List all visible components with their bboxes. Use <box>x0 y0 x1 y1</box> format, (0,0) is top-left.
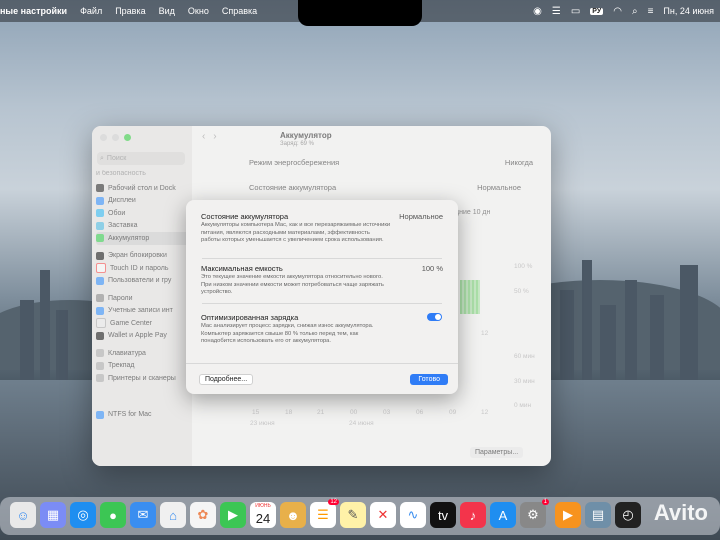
divider <box>186 363 458 364</box>
calendar-icon[interactable]: ИЮНЬ 24 <box>250 502 276 528</box>
health-title: Состояние аккумулятора <box>201 212 289 221</box>
reminders-icon[interactable]: ☰ 12 <box>310 499 339 528</box>
control-center-icon[interactable]: ≡ <box>648 6 654 17</box>
optimized-charging-toggle[interactable] <box>427 313 442 321</box>
settings-badge: 1 <box>541 499 549 505</box>
health-value: Нормальное <box>399 212 443 221</box>
optimized-charging-title: Оптимизированная зарядка <box>201 313 299 322</box>
infuse-icon[interactable]: ▶ <box>555 502 581 528</box>
clock-app-icon[interactable]: ◴ <box>615 502 641 528</box>
menu-edit[interactable]: Правка <box>115 6 145 16</box>
battery-icon[interactable]: ▭ <box>571 6 580 17</box>
reminders-badge: 12 <box>328 499 339 505</box>
clock[interactable]: Пн, 24 июня <box>663 6 714 16</box>
mail-icon[interactable]: ✉ <box>130 502 156 528</box>
calendar-day: 24 <box>255 510 271 526</box>
contacts-icon[interactable]: ☻ <box>280 502 306 528</box>
app-menu[interactable]: ные настройки <box>0 6 67 16</box>
maps-icon[interactable]: ⌂ <box>160 502 186 528</box>
facetime-icon[interactable]: ▶ <box>220 502 246 528</box>
menu-window[interactable]: Окно <box>188 6 209 16</box>
divider <box>202 303 442 304</box>
messages-icon[interactable]: ● <box>100 502 126 528</box>
tv-icon[interactable]: tv <box>430 502 456 528</box>
settings-icon[interactable]: ⚙ 1 <box>520 499 549 528</box>
menu-help[interactable]: Справка <box>222 6 257 16</box>
optimized-charging-description: Mac анализирует процесс зарядки, снижая … <box>201 323 374 344</box>
stack-icon[interactable]: ☰ <box>552 6 561 17</box>
photos-icon[interactable]: ✿ <box>190 502 216 528</box>
status-icon[interactable]: ◉ <box>533 6 542 17</box>
menu-file[interactable]: Файл <box>80 6 102 16</box>
menu-view[interactable]: Вид <box>159 6 175 16</box>
finder-icon[interactable]: ☺ <box>10 502 36 528</box>
health-description: Аккумуляторы компьютера Mac, как и все п… <box>201 222 391 243</box>
camera-notch <box>298 0 422 26</box>
divider <box>202 258 442 259</box>
battery-health-dialog: Состояние аккумулятора Нормальное Аккуму… <box>186 200 458 394</box>
preview-icon[interactable]: ▤ <box>585 502 611 528</box>
search-icon[interactable]: ⌕ <box>632 6 638 17</box>
app-store-icon[interactable]: A <box>490 502 516 528</box>
wifi-icon[interactable]: ◠ <box>613 6 622 17</box>
done-button[interactable]: Готово <box>410 374 448 385</box>
input-source-badge[interactable]: РУ <box>590 7 604 15</box>
notes-icon[interactable]: ✎ <box>340 502 366 528</box>
capacity-description: Это текущее значение емкости аккумулятор… <box>201 274 384 295</box>
capacity-title: Максимальная емкость <box>201 264 283 273</box>
capacity-value: 100 % <box>421 264 443 273</box>
launchpad-icon[interactable]: ▦ <box>40 502 66 528</box>
remote-desktop-icon[interactable]: ✕ <box>370 502 396 528</box>
avito-watermark: Avito <box>653 500 708 525</box>
calendar-month: ИЮНЬ <box>255 503 271 509</box>
safari-icon[interactable]: ◎ <box>70 502 96 528</box>
more-info-button[interactable]: Подробнее... <box>199 374 254 385</box>
music-icon[interactable]: ♪ <box>460 502 486 528</box>
freeform-icon[interactable]: ∿ <box>400 502 426 528</box>
